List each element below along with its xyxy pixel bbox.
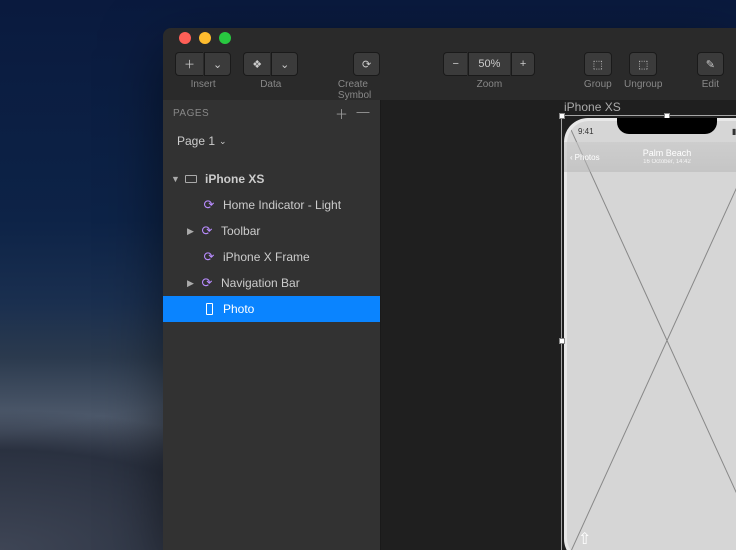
bottom-toolbar: ⇧ 🗑 xyxy=(564,529,736,549)
signal-icon: ▮ xyxy=(732,127,736,136)
layer-photo[interactable]: Photo xyxy=(163,296,380,322)
chevron-down-icon: ⌄ xyxy=(213,58,222,71)
insert-dropdown[interactable]: ⌄ xyxy=(204,52,231,76)
insert-button[interactable]: ＋ xyxy=(175,52,203,76)
layer-iphone-frame[interactable]: ⟳ iPhone X Frame xyxy=(163,244,380,270)
status-time: 9:41 xyxy=(578,127,594,136)
data-dropdown[interactable]: ⌄ xyxy=(271,52,298,76)
layer-home-indicator[interactable]: ⟳ Home Indicator - Light xyxy=(163,192,380,218)
data-label: Data xyxy=(260,79,281,90)
rectangle-icon xyxy=(206,303,213,315)
layer-name: Navigation Bar xyxy=(221,276,300,290)
artboard-icon xyxy=(185,175,197,183)
canvas[interactable]: iPhone XS 9:41 ▮ ◥ ▭ ‹ xyxy=(381,100,736,550)
layer-name: Toolbar xyxy=(221,224,260,238)
ungroup-button[interactable]: ⬚ xyxy=(629,52,657,76)
layer-name: iPhone X Frame xyxy=(223,250,310,264)
pages-menu-button[interactable]: — xyxy=(357,104,371,123)
symbol-icon: ⟳ xyxy=(204,197,215,213)
navigation-bar: ‹ Photos Palm Beach 16 October, 14:42 xyxy=(564,142,736,172)
chevron-down-icon: ⌄ xyxy=(280,58,289,71)
ungroup-icon: ⬚ xyxy=(638,58,648,71)
share-icon[interactable]: ⇧ xyxy=(578,529,590,541)
layer-name: Photo xyxy=(223,302,254,316)
pages-header: PAGES ＋ — xyxy=(163,100,380,128)
zoom-value[interactable]: 50% xyxy=(468,52,510,76)
group-button[interactable]: ⬚ xyxy=(584,52,612,76)
layers-icon: ❖ xyxy=(252,58,262,71)
photo-placeholder[interactable] xyxy=(567,121,736,550)
nav-back-button[interactable]: ‹ Photos xyxy=(570,153,600,162)
data-button[interactable]: ❖ xyxy=(243,52,270,76)
edit-button[interactable]: ✎ xyxy=(697,52,724,76)
app-window: ＋ ⌄ Insert ❖ ⌄ Data ⟳ Create Symbol − 50… xyxy=(163,28,736,550)
insert-label: Insert xyxy=(191,79,216,90)
disclosure-triangle-icon[interactable]: ▶ xyxy=(187,226,197,237)
symbol-icon: ⟳ xyxy=(202,275,213,291)
chevron-down-icon: ⌄ xyxy=(219,136,227,147)
plus-icon: ＋ xyxy=(184,56,195,72)
plus-icon: + xyxy=(520,58,526,70)
layer-list: ▼ iPhone XS ⟳ Home Indicator - Light ▶ ⟳… xyxy=(163,166,380,322)
symbol-icon: ⟳ xyxy=(204,249,215,265)
device-notch xyxy=(617,118,717,134)
minus-icon: − xyxy=(452,58,458,70)
layer-name: Home Indicator - Light xyxy=(223,198,341,212)
window-close-button[interactable] xyxy=(179,32,191,44)
create-symbol-label: Create Symbol xyxy=(338,79,395,101)
page-selector[interactable]: Page 1 ⌄ xyxy=(163,128,380,154)
nav-subtitle: 16 October, 14:42 xyxy=(643,159,692,166)
window-minimize-button[interactable] xyxy=(199,32,211,44)
layer-name: iPhone XS xyxy=(205,172,264,186)
artboard-iphone-xs[interactable]: 9:41 ▮ ◥ ▭ ‹ Photos Palm Beach 16 Octobe… xyxy=(564,118,736,550)
disclosure-triangle-icon[interactable]: ▼ xyxy=(171,174,181,184)
layers-sidebar: PAGES ＋ — Page 1 ⌄ ▼ iPhone XS ⟳ Home In… xyxy=(163,100,381,550)
layer-artboard-iphone-xs[interactable]: ▼ iPhone XS xyxy=(163,166,380,192)
pages-heading: PAGES xyxy=(173,108,209,119)
layer-toolbar[interactable]: ▶ ⟳ Toolbar xyxy=(163,218,380,244)
group-label: Group xyxy=(584,79,612,90)
symbol-icon: ⟳ xyxy=(202,223,213,239)
edit-label: Edit xyxy=(702,79,719,90)
artboard-label[interactable]: iPhone XS xyxy=(564,100,621,114)
group-icon: ⬚ xyxy=(593,58,603,71)
window-maximize-button[interactable] xyxy=(219,32,231,44)
zoom-in-button[interactable]: + xyxy=(511,52,535,76)
create-symbol-button[interactable]: ⟳ xyxy=(353,52,380,76)
nav-back-label: Photos xyxy=(575,153,600,162)
chevron-left-icon: ‹ xyxy=(570,153,573,162)
ungroup-label: Ungroup xyxy=(624,79,662,90)
disclosure-triangle-icon[interactable]: ▶ xyxy=(187,278,197,289)
zoom-label: Zoom xyxy=(477,79,503,90)
add-page-button[interactable]: ＋ xyxy=(335,104,349,123)
symbol-icon: ⟳ xyxy=(362,58,371,71)
zoom-out-button[interactable]: − xyxy=(443,52,466,76)
window-titlebar xyxy=(163,28,736,48)
nav-title: Palm Beach 16 October, 14:42 xyxy=(643,149,692,165)
layer-navigation-bar[interactable]: ▶ ⟳ Navigation Bar xyxy=(163,270,380,296)
toolbar: ＋ ⌄ Insert ❖ ⌄ Data ⟳ Create Symbol − 50… xyxy=(163,48,736,100)
edit-icon: ✎ xyxy=(706,58,715,71)
